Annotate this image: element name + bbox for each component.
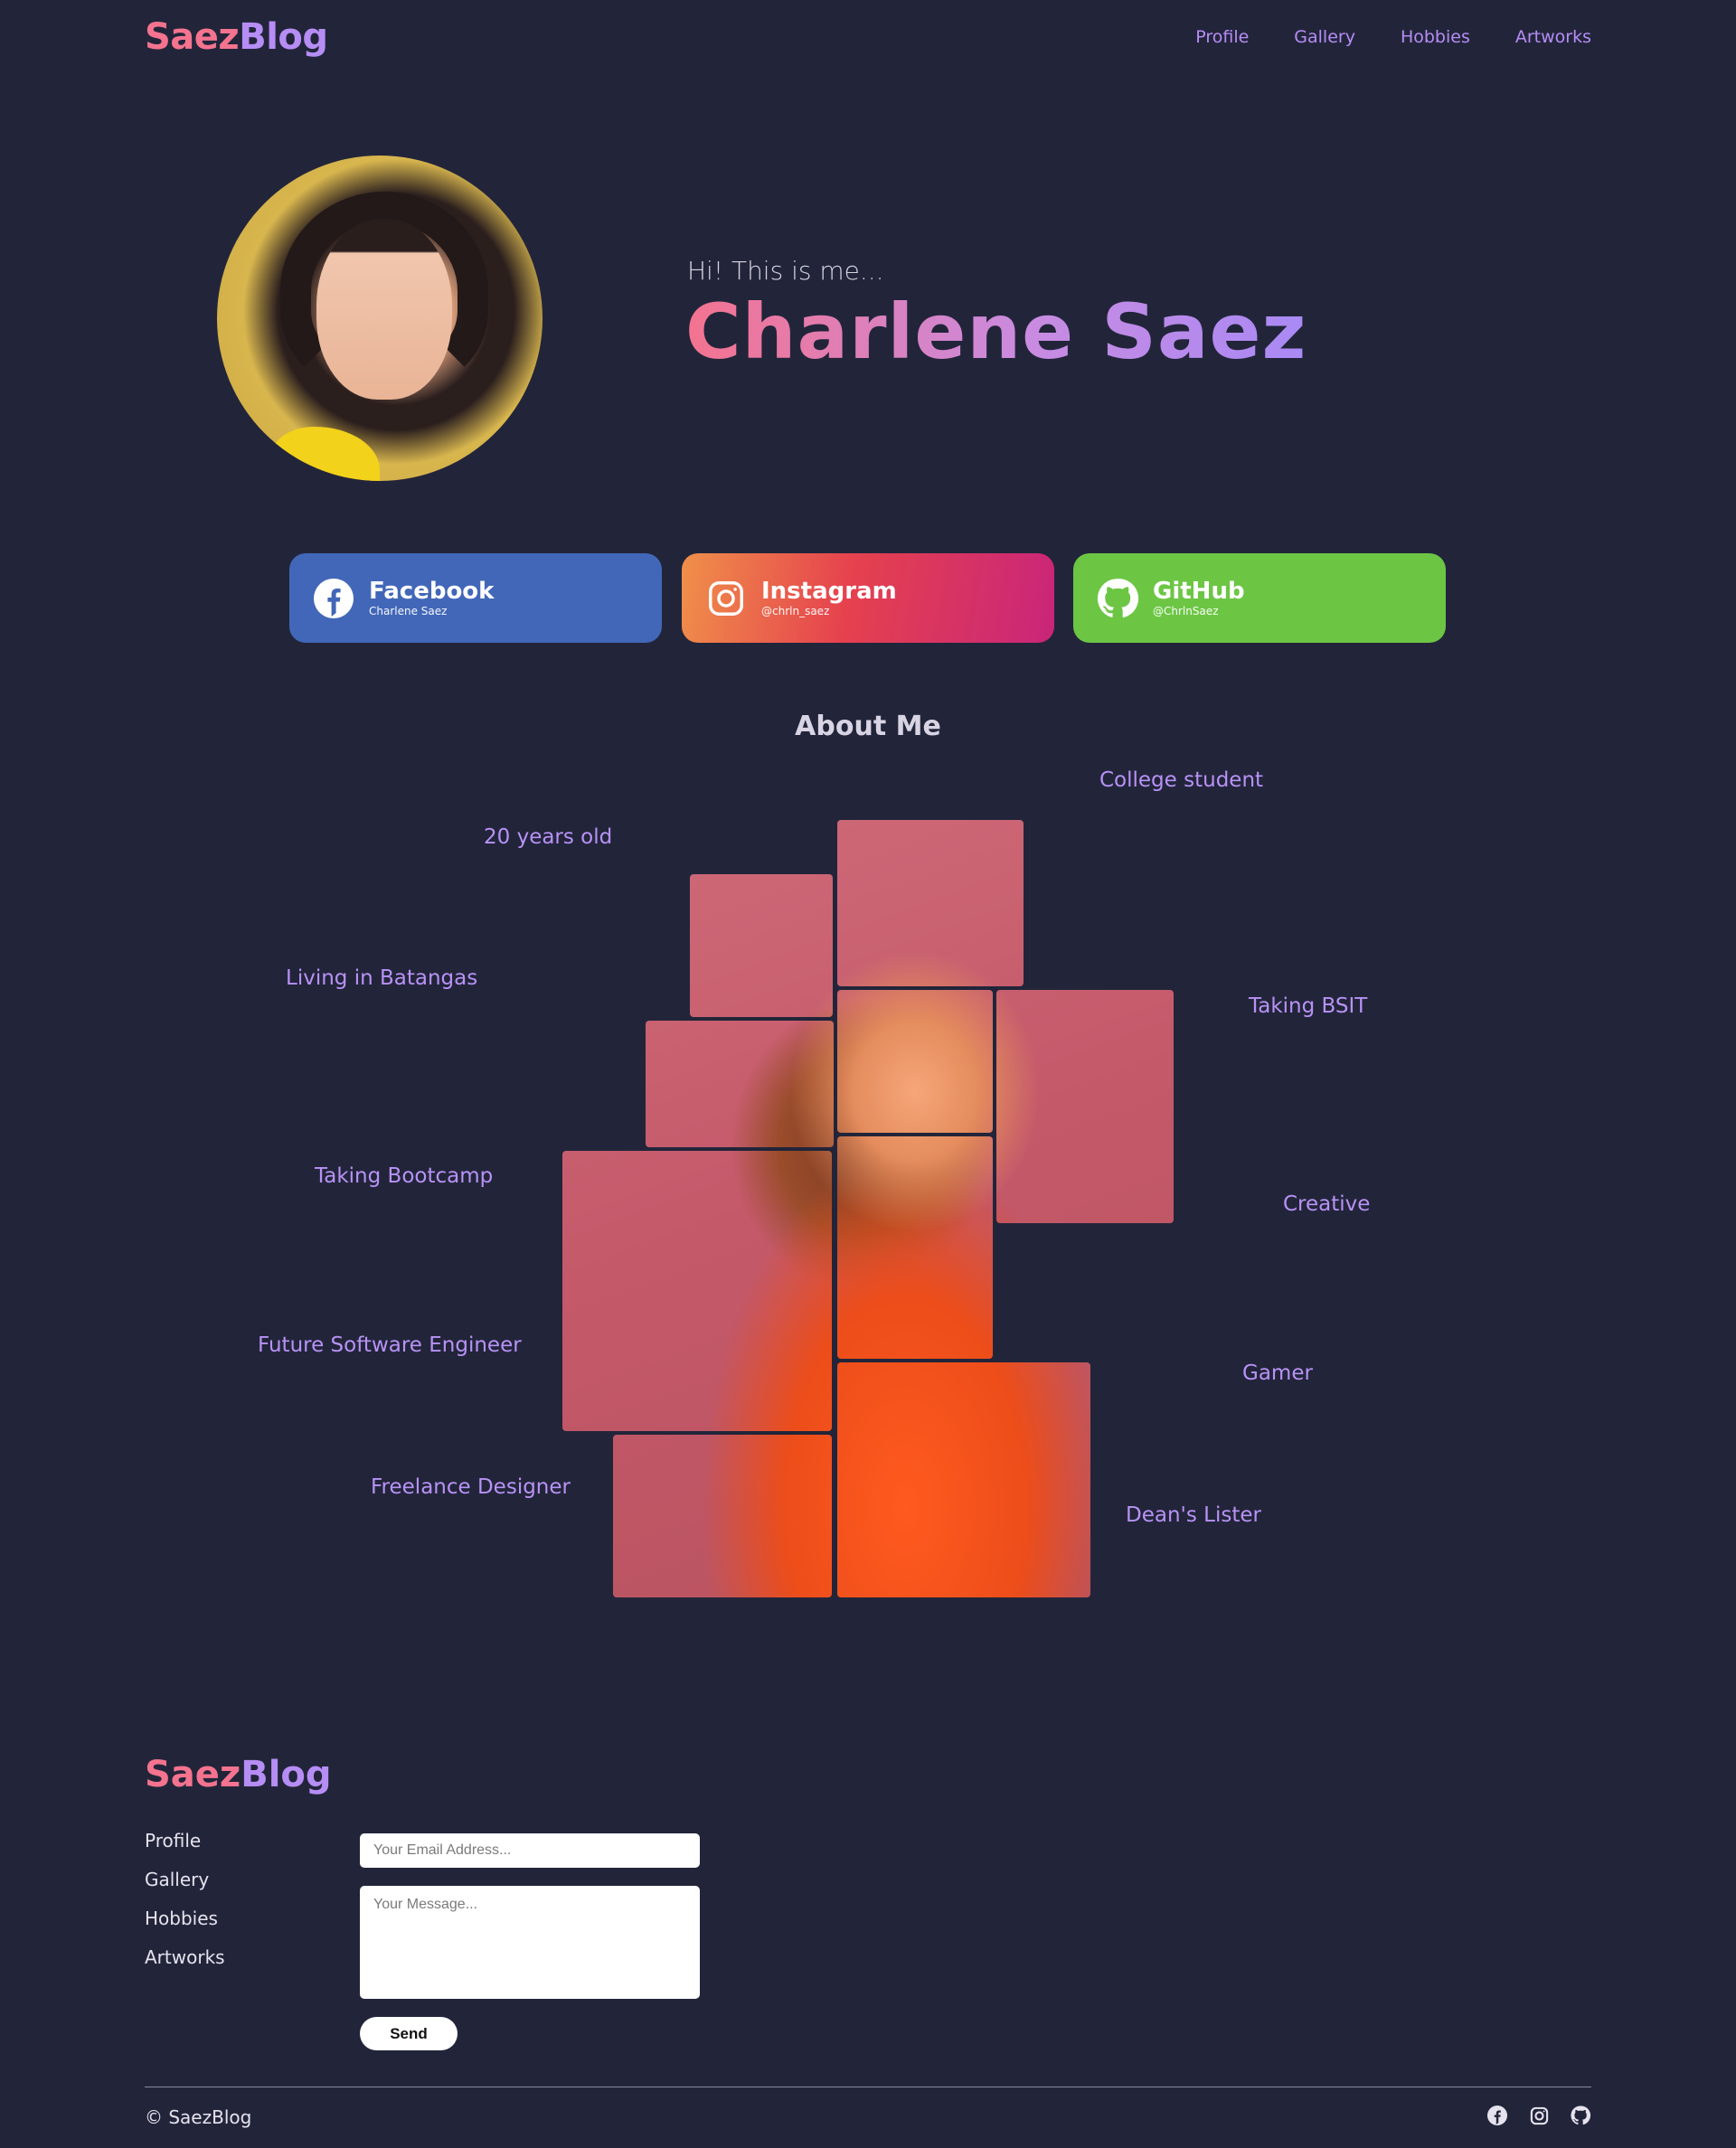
github-card[interactable]: GitHub @ChrlnSaez: [1073, 553, 1446, 643]
fact-bsit: Taking BSIT: [1249, 994, 1368, 1018]
github-handle: @ChrlnSaez: [1153, 604, 1219, 617]
nav-profile[interactable]: Profile: [1195, 27, 1249, 47]
nav-gallery[interactable]: Gallery: [1294, 27, 1355, 47]
hero-name: Charlene Saez: [685, 287, 1307, 376]
footer-link-gallery[interactable]: Gallery: [145, 1869, 225, 1890]
instagram-handle: @chrln_saez: [761, 604, 830, 617]
instagram-icon: [703, 576, 749, 621]
mosaic-tile: [644, 1019, 835, 1149]
fact-location: Living in Batangas: [286, 966, 478, 990]
footer-link-profile[interactable]: Profile: [145, 1830, 225, 1851]
facebook-title: Facebook: [369, 578, 495, 606]
email-field[interactable]: [360, 1833, 700, 1868]
mosaic-tile: [611, 1433, 834, 1599]
mosaic-tile: [688, 872, 835, 1019]
mosaic-tile: [835, 988, 995, 1135]
mosaic-tile: [561, 1149, 834, 1433]
main-nav: Profile Gallery Hobbies Artworks: [1195, 27, 1591, 47]
about-title: About Me: [795, 711, 941, 742]
fact-gamer: Gamer: [1242, 1361, 1313, 1385]
profile-photo: [217, 155, 542, 481]
nav-hobbies[interactable]: Hobbies: [1401, 27, 1470, 47]
footer-logo[interactable]: SaezBlog: [145, 1754, 332, 1795]
hero-greeting: Hi! This is me...: [687, 256, 884, 286]
github-title: GitHub: [1153, 578, 1245, 606]
footer-link-hobbies[interactable]: Hobbies: [145, 1908, 225, 1929]
mosaic-tile: [995, 988, 1175, 1225]
footer-links: Profile Gallery Hobbies Artworks: [145, 1830, 225, 1968]
footer-social-icons: [1486, 2105, 1591, 2126]
facebook-icon: [311, 576, 356, 621]
facebook-icon[interactable]: [1486, 2105, 1508, 2126]
footer-link-artworks[interactable]: Artworks: [145, 1946, 225, 1968]
instagram-card[interactable]: Instagram @chrln_saez: [682, 553, 1054, 643]
footer-copyright: © SaezBlog: [145, 2106, 252, 2128]
fact-college-student: College student: [1099, 768, 1264, 792]
logo-part-1: Saez: [145, 16, 240, 58]
footer-logo-part-1: Saez: [145, 1754, 241, 1795]
logo-part-2: Blog: [239, 16, 328, 58]
mosaic-tile: [835, 818, 1025, 988]
facebook-handle: Charlene Saez: [369, 604, 448, 617]
instagram-icon[interactable]: [1528, 2105, 1550, 2126]
footer-logo-part-2: Blog: [241, 1754, 332, 1795]
fact-future-engineer: Future Software Engineer: [258, 1333, 522, 1357]
profile-photo-shirt: [271, 427, 380, 481]
message-field[interactable]: [360, 1886, 700, 1999]
mosaic-tile: [835, 1135, 995, 1361]
send-button[interactable]: Send: [360, 2017, 458, 2050]
github-icon[interactable]: [1570, 2105, 1591, 2126]
fact-creative: Creative: [1283, 1192, 1371, 1216]
github-icon: [1095, 576, 1140, 621]
profile-photo-face: [316, 219, 452, 400]
fact-freelance-designer: Freelance Designer: [371, 1475, 571, 1499]
instagram-title: Instagram: [761, 578, 897, 606]
mosaic-tile: [835, 1361, 1092, 1599]
about-photo-mosaic: [561, 818, 1194, 1614]
facebook-card[interactable]: Facebook Charlene Saez: [289, 553, 662, 643]
fact-bootcamp: Taking Bootcamp: [315, 1164, 494, 1188]
nav-artworks[interactable]: Artworks: [1515, 27, 1591, 47]
site-logo[interactable]: SaezBlog: [145, 16, 328, 58]
